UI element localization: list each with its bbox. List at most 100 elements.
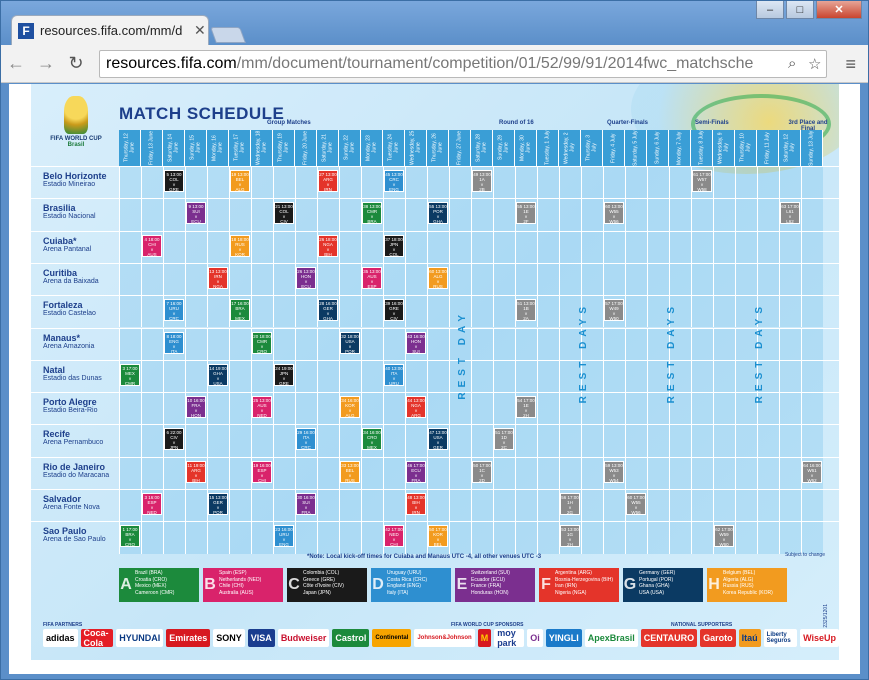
match-box[interactable]: 51 13:00 1B v 2A [516, 299, 536, 322]
venue-stadium: Estadio Beira-Rio [43, 407, 98, 415]
bookmark-star-icon[interactable]: ☆ [808, 55, 821, 73]
match-box[interactable]: 47 13:00 USA v GER [428, 428, 448, 451]
match-box[interactable]: 4 18:00 CHI v AUS [142, 234, 162, 257]
schedule-cell [471, 328, 493, 360]
match-box[interactable]: 55 13:00 POR v GHA [428, 202, 448, 225]
match-box[interactable]: 1 17:00 BRA v CRO [120, 525, 140, 548]
match-box[interactable]: 30 16:00 SUI v FRA [296, 493, 316, 515]
schedule-cell [295, 296, 317, 328]
group-legend-g: G Germany (GER) Portugal (POR) Ghana (GHA) U… [623, 568, 703, 602]
match-box[interactable]: 57 17:00 W49 v W50 [604, 299, 624, 322]
match-box[interactable]: 17 16:00 BRA v MEX [230, 299, 250, 322]
match-box[interactable]: 38 13:00 CMR v BRA [362, 202, 382, 225]
schedule-cell [185, 231, 207, 263]
match-box[interactable]: 62 17:00 W59 v W60 [714, 525, 734, 548]
close-button[interactable]: ✕ [816, 1, 862, 19]
tab-close-icon[interactable]: ✕ [194, 22, 206, 39]
schedule-cell [361, 360, 383, 393]
match-box[interactable]: 6 22:00 CIV v JPN [164, 428, 184, 451]
match-box[interactable]: 64 16:00 W61 v W62 [802, 460, 822, 483]
match-box[interactable]: 39 16:00 GRE v CIV [384, 299, 404, 322]
schedule-cell [691, 457, 713, 489]
match-box[interactable]: 8 18:00 ENG v ITA [164, 331, 184, 354]
address-bar[interactable]: resources.fifa.com/mm/document/tournamen… [99, 50, 827, 78]
world-cup-logo: FIFA WORLD CUP Brasil [37, 96, 115, 160]
match-box[interactable]: 40 13:00 ITA v URU [384, 363, 404, 386]
match-box[interactable]: 27 13:00 ARG v IRN [318, 170, 338, 192]
schedule-cell [339, 199, 361, 231]
match-box[interactable]: 56 17:00 1H v 2G [560, 493, 580, 515]
match-box[interactable]: 49 13:00 1A v 2B [472, 170, 492, 192]
match-box[interactable]: 23 16:00 URU v ENG [274, 525, 294, 548]
match-box[interactable]: 7 16:00 URU v CRC [164, 299, 184, 322]
match-box[interactable]: 26 18:00 NGA v BIH [318, 234, 338, 257]
venue-city: Natal [43, 364, 66, 375]
match-box[interactable]: 60 17:00 W55 v W56 [626, 493, 646, 515]
match-box[interactable]: 14 19:00 GHA v USA [208, 363, 228, 386]
menu-hamburger-icon[interactable]: ≡ [845, 54, 856, 75]
schedule-cell [625, 167, 647, 199]
forward-arrow-icon[interactable]: → [31, 49, 61, 79]
match-box[interactable]: 59 13:00 W53 v W54 [604, 460, 624, 483]
match-box[interactable]: 15 13:00 GER v POR [208, 493, 228, 515]
match-box[interactable]: 60 13:00 W55 v W56 [604, 202, 624, 225]
search-zoom-icon[interactable]: ⌕ [788, 55, 796, 72]
schedule-cell [163, 360, 185, 393]
schedule-cell [383, 328, 405, 360]
match-box[interactable]: 19 13:00 BEL v ALG [230, 170, 250, 192]
match-box[interactable]: 44 13:00 NGA v ARG [406, 396, 426, 419]
minimize-button[interactable]: – [756, 1, 784, 19]
match-box[interactable]: 51 17:00 1D v 2C [494, 428, 514, 451]
schedule-cell [163, 490, 185, 522]
match-box[interactable]: 18 18:00 RUS v KOR [230, 234, 250, 257]
match-box[interactable]: 21 13:00 COL v CIV [274, 202, 294, 225]
match-box[interactable]: 19 16:00 ESP v CHI [252, 460, 272, 483]
match-box[interactable]: 5 13:00 COL v GRE [164, 170, 184, 192]
group-letter: D [372, 576, 384, 593]
match-box[interactable]: 55 13:00 1E v 2F [516, 202, 536, 225]
match-box[interactable]: 34 16:00 KOR v ALG [340, 396, 360, 419]
schedule-cell [471, 231, 493, 263]
schedule-cell [295, 167, 317, 199]
browser-tab[interactable]: F resources.fifa.com/mm/d ✕ [11, 15, 209, 45]
day-header: Friday, 11 July [757, 130, 779, 166]
venue-city: Belo Horizonte [43, 171, 107, 181]
match-box[interactable]: 10 16:00 FRA v HON [186, 396, 206, 419]
match-box[interactable]: 63 17:00 L61 v L62 [780, 202, 800, 225]
maximize-button[interactable]: □ [786, 1, 814, 19]
match-box[interactable]: 53 13:00 1G v 2H [560, 525, 580, 548]
match-box[interactable]: 3 16:00 ESP v NED [142, 493, 162, 515]
match-box[interactable]: 20 18:00 CMR v CRO [252, 331, 272, 354]
match-box[interactable]: 46 17:00 ECU v FRA [406, 460, 426, 483]
match-box[interactable]: 28 16:00 GER v GHA [318, 299, 338, 322]
new-tab-button[interactable] [210, 27, 246, 43]
match-box[interactable]: 33 13:00 BEL v RUS [340, 460, 360, 483]
match-box[interactable]: 43 16:00 HON v SUI [406, 331, 426, 354]
sponsor-logo: SONY [213, 629, 245, 647]
match-box[interactable]: 34 16:00 CRO v MEX [362, 428, 382, 451]
match-box[interactable]: 37 18:00 JPN v COL [384, 234, 404, 257]
match-box[interactable]: 11 19:00 ARG v BIH [186, 460, 206, 483]
match-box[interactable]: 32 18:00 USA v POR [340, 331, 360, 354]
match-box[interactable]: 50 17:00 KOR v BEL [428, 525, 448, 548]
reload-icon[interactable]: ↻ [61, 49, 91, 79]
match-box[interactable]: 25 13:00 AUS v NED [252, 396, 272, 419]
match-box[interactable]: 61 17:00 W57 v W58 [692, 170, 712, 192]
match-box[interactable]: 3 17:00 MEX v CMR [120, 363, 140, 386]
match-box[interactable]: 48 13:00 BIH v IRN [406, 493, 426, 515]
match-box[interactable]: 29 16:00 ITA v CRC [296, 428, 316, 451]
match-box[interactable]: 9 13:00 SUI v ECU [186, 202, 206, 225]
back-arrow-icon[interactable]: ← [1, 49, 31, 79]
match-box[interactable]: 24 19:00 JPN v GRE [274, 363, 294, 386]
match-box[interactable]: 54 17:00 1E v 2H [516, 396, 536, 419]
match-box[interactable]: 42 17:00 NED v CHI [384, 525, 404, 548]
match-box[interactable]: 50 17:00 1C v 2D [472, 460, 492, 483]
schedule-cell [449, 199, 471, 231]
match-box[interactable]: 45 13:00 CRC v ENG [384, 170, 404, 192]
schedule-cell [691, 263, 713, 296]
match-box[interactable]: 60 13:00 ALG v RUS [428, 266, 448, 289]
match-box[interactable]: 35 13:00 AUS v ESP [362, 266, 382, 289]
match-box[interactable]: 26 13:00 HON v ECU [296, 266, 316, 289]
match-box[interactable]: 13 13:00 IRN v NGA [208, 266, 228, 289]
schedule-cell [119, 393, 141, 425]
